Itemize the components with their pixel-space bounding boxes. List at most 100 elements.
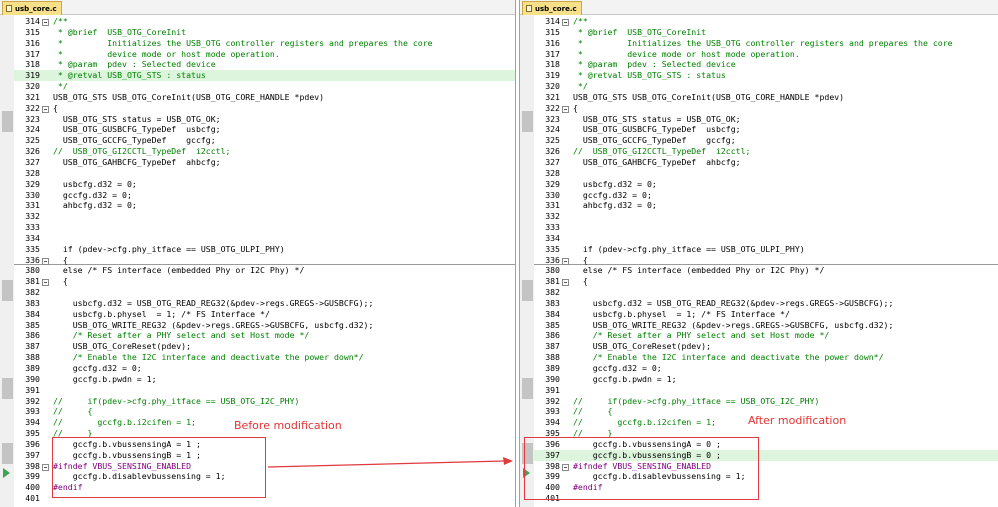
code-line[interactable]: 393 // { [14,406,515,417]
fold-toggle-icon[interactable] [42,257,49,265]
code-line[interactable]: 382 [14,287,515,298]
code-line[interactable]: 324 USB_OTG_GUSBCFG_TypeDef usbcfg; [534,124,998,135]
code-line[interactable]: 326 // USB_OTG_GI2CCTL_TypeDef i2cctl; [534,146,998,157]
code-line[interactable]: 334 [534,233,998,244]
code-line[interactable]: 317 * device mode or host mode operation… [534,49,998,60]
code-text: * @brief USB_OTG_CoreInit [573,26,707,37]
code-line[interactable]: 321 USB_OTG_STS USB_OTG_CoreInit(USB_OTG_… [534,92,998,103]
code-text: // gccfg.b.i2cifen = 1; [573,417,716,428]
code-line[interactable]: 325 USB_OTG_GCCFG_TypeDef gccfg; [534,135,998,146]
code-line[interactable]: 381 { [14,276,515,287]
code-line[interactable]: 392 // if(pdev->cfg.phy_itface == USB_OTG… [534,396,998,407]
code-line[interactable]: 330 gccfg.d32 = 0; [14,190,515,201]
code-line[interactable]: 316 * Initializes the USB_OTG controller… [14,38,515,49]
line-number: 383 [25,297,40,308]
code-line[interactable]: 392 // if(pdev->cfg.phy_itface == USB_OTG… [14,396,515,407]
code-line[interactable]: 386 /* Reset after a PHY select and set … [534,330,998,341]
code-line[interactable]: 329 usbcfg.d32 = 0; [534,179,998,190]
code-line[interactable]: 380 else /* FS interface (embedded Phy o… [534,265,998,276]
code-line[interactable]: 315 * @brief USB_OTG_CoreInit [14,27,515,38]
code-line[interactable]: 331 ahbcfg.d32 = 0; [14,200,515,211]
code-line[interactable]: 327 USB_OTG_GAHBCFG_TypeDef ahbcfg; [534,157,998,168]
code-line[interactable]: 326 // USB_OTG_GI2CCTL_TypeDef i2cctl; [14,146,515,157]
line-number: 329 [25,178,40,189]
fold-toggle-icon[interactable] [562,257,569,265]
code-line[interactable]: 322 { [14,103,515,114]
code-line[interactable]: 316 * Initializes the USB_OTG controller… [534,38,998,49]
code-line[interactable]: 336 { [14,255,515,266]
code-line[interactable]: 320 */ [534,81,998,92]
code-line[interactable]: 389 gccfg.d32 = 0; [14,363,515,374]
code-line[interactable]: 382 [534,287,998,298]
code-line[interactable]: 333 [534,222,998,233]
code-line[interactable]: 331 ahbcfg.d32 = 0; [534,200,998,211]
tab-usb-core-c[interactable]: usb_core.c [2,1,62,15]
fold-toggle-icon[interactable] [562,105,569,113]
code-line[interactable]: 387 USB_OTG_CoreReset(pdev); [14,341,515,352]
fold-toggle-icon[interactable] [42,19,49,26]
code-line[interactable]: 327 USB_OTG_GAHBCFG_TypeDef ahbcfg; [14,157,515,168]
code-line[interactable]: 389 gccfg.d32 = 0; [534,363,998,374]
code-line[interactable]: 320 */ [14,81,515,92]
editor-gutter[interactable] [520,15,534,507]
code-line[interactable]: 391 [14,385,515,396]
code-line[interactable]: 335 if (pdev->cfg.phy_itface == USB_OTG_… [534,244,998,255]
code-line[interactable]: 335 if (pdev->cfg.phy_itface == USB_OTG_… [14,244,515,255]
code-line[interactable]: 388 /* Enable the I2C interface and deac… [14,352,515,363]
code-line[interactable]: 385 USB_OTG_WRITE_REG32 (&pdev->regs.GRE… [14,320,515,331]
code-line[interactable]: 328 [534,168,998,179]
code-line[interactable]: 336 { [534,255,998,266]
code-line[interactable]: 314 /** [14,16,515,27]
code-line[interactable]: 390 gccfg.b.pwdn = 1; [14,374,515,385]
code-line[interactable]: 329 usbcfg.d32 = 0; [14,179,515,190]
fold-toggle-icon[interactable] [562,19,569,26]
code-line[interactable]: 321 USB_OTG_STS USB_OTG_CoreInit(USB_OTG_… [14,92,515,103]
code-text: * Initializes the USB_OTG controller reg… [53,37,433,48]
editor-gutter[interactable] [0,15,14,507]
line-number: 380 [545,265,560,276]
code-line[interactable]: 334 [14,233,515,244]
code-line[interactable]: 332 [534,211,998,222]
code-line[interactable]: 387 USB_OTG_CoreReset(pdev); [534,341,998,352]
code-line[interactable]: 385 USB_OTG_WRITE_REG32 (&pdev->regs.GRE… [534,320,998,331]
fold-toggle-icon[interactable] [42,105,49,113]
code-line[interactable]: 319 * @retval USB_OTG_STS : status [14,70,515,82]
code-text: gccfg.d32 = 0; [53,363,142,373]
code-line[interactable]: 390 gccfg.b.pwdn = 1; [534,374,998,385]
code-line[interactable]: 384 usbcfg.b.physel = 1; /* FS Interface… [534,309,998,320]
fold-toggle-icon[interactable] [42,279,49,287]
code-line[interactable]: 388 /* Enable the I2C interface and deac… [534,352,998,363]
line-number: 388 [25,352,40,363]
code-line[interactable]: 384 usbcfg.b.physel = 1; /* FS Interface… [14,309,515,320]
code-line[interactable]: 318 * @param pdev : Selected device [14,59,515,70]
line-number: 384 [545,308,560,319]
code-line[interactable]: 330 gccfg.d32 = 0; [534,190,998,201]
code-text: USB_OTG_GCCFG_TypeDef gccfg; [573,135,736,146]
fold-toggle-icon[interactable] [42,463,49,471]
code-line[interactable]: 324 USB_OTG_GUSBCFG_TypeDef usbcfg; [14,124,515,135]
code-line[interactable]: 328 [14,168,515,179]
code-line[interactable]: 391 [534,385,998,396]
tab-usb-core-c[interactable]: usb_core.c [522,1,582,15]
code-line[interactable]: 383 usbcfg.d32 = USB_OTG_READ_REG32(&pde… [534,298,998,309]
code-line[interactable]: 323 USB_OTG_STS status = USB_OTG_OK; [534,114,998,125]
code-area[interactable]: 314/** 315 * @brief USB_OTG_CoreInit 316 *… [534,16,998,504]
code-line[interactable]: 315 * @brief USB_OTG_CoreInit [534,27,998,38]
code-line[interactable]: 322 { [534,103,998,114]
code-line[interactable]: 383 usbcfg.d32 = USB_OTG_READ_REG32(&pde… [14,298,515,309]
change-marker [522,111,533,132]
code-line[interactable]: 314 /** [534,16,998,27]
code-line[interactable]: 319 * @retval USB_OTG_STS : status [534,70,998,81]
code-line[interactable]: 386 /* Reset after a PHY select and set … [14,330,515,341]
code-line[interactable]: 325 USB_OTG_GCCFG_TypeDef gccfg; [14,135,515,146]
editor-pane-right[interactable]: usb_core.c 314/** 315 * @brief USB_OTG_Co… [519,0,998,507]
code-line[interactable]: 318 * @param pdev : Selected device [534,59,998,70]
code-line[interactable]: 381 { [534,276,998,287]
code-line[interactable]: 380 else /* FS interface (embedded Phy o… [14,265,515,276]
code-text: gccfg.b.pwdn = 1; [573,373,677,384]
code-line[interactable]: 333 [14,222,515,233]
code-line[interactable]: 317 * device mode or host mode operation… [14,49,515,60]
code-line[interactable]: 332 [14,211,515,222]
code-line[interactable]: 323 USB_OTG_STS status = USB_OTG_OK; [14,114,515,125]
fold-toggle-icon[interactable] [562,279,569,287]
